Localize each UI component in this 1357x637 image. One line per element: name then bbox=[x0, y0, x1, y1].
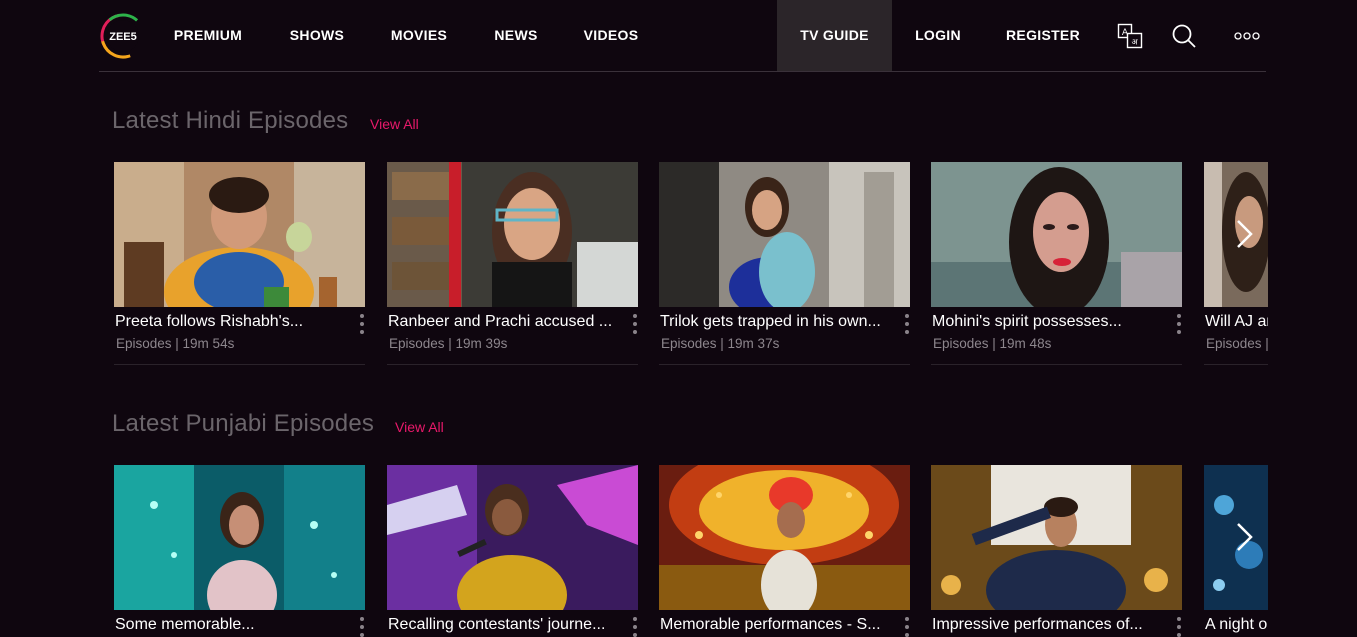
episode-thumbnail[interactable] bbox=[659, 162, 910, 307]
episode-title[interactable]: Trilok gets trapped in his own... bbox=[660, 313, 890, 331]
episode-meta: Episodes | bbox=[1206, 336, 1268, 351]
zee5-logo[interactable]: ZEE5 bbox=[99, 12, 147, 60]
top-navigation-bar: ZEE5 PREMIUM SHOWS MOVIES NEWS VIDEOS TV… bbox=[0, 0, 1357, 72]
header-divider bbox=[99, 71, 1266, 72]
episode-meta: Episodes | 19m 39s bbox=[389, 336, 508, 351]
more-options-icon[interactable] bbox=[903, 617, 910, 637]
episode-thumbnail[interactable] bbox=[114, 162, 365, 307]
episode-thumbnail[interactable] bbox=[659, 465, 910, 610]
episode-title[interactable]: A night o bbox=[1205, 616, 1268, 634]
view-all-hindi-link[interactable]: View All bbox=[370, 116, 419, 132]
episode-title[interactable]: Mohini's spirit possesses... bbox=[932, 313, 1162, 331]
episode-card[interactable]: Impressive performances of... bbox=[931, 465, 1182, 637]
svg-text:अ: अ bbox=[1131, 38, 1138, 47]
episode-title[interactable]: Some memorable... bbox=[115, 616, 345, 634]
episode-card[interactable]: Mohini's spirit possesses... Episodes | … bbox=[931, 162, 1182, 366]
more-options-icon[interactable] bbox=[1175, 314, 1183, 340]
more-icon[interactable] bbox=[1233, 26, 1261, 46]
nav-videos[interactable]: VIDEOS bbox=[578, 0, 644, 71]
episode-title[interactable]: Recalling contestants' journe... bbox=[388, 616, 618, 634]
episode-card[interactable]: Preeta follows Rishabh's... Episodes | 1… bbox=[114, 162, 365, 366]
episode-card[interactable]: Some memorable... bbox=[114, 465, 365, 637]
nav-register[interactable]: REGISTER bbox=[1001, 0, 1085, 71]
episode-thumbnail[interactable] bbox=[387, 162, 638, 307]
nav-news[interactable]: NEWS bbox=[487, 0, 545, 71]
more-options-icon[interactable] bbox=[1175, 617, 1182, 637]
episode-thumbnail[interactable] bbox=[114, 465, 365, 610]
logo-text: ZEE5 bbox=[109, 31, 137, 43]
episode-thumbnail[interactable] bbox=[387, 465, 638, 610]
view-all-punjabi-link[interactable]: View All bbox=[395, 419, 444, 435]
more-options-icon[interactable] bbox=[358, 617, 365, 637]
carousel-next-hindi-button[interactable] bbox=[1225, 209, 1265, 259]
episode-meta: Episodes | 19m 54s bbox=[116, 336, 235, 351]
episode-thumbnail[interactable] bbox=[931, 162, 1182, 307]
card-divider bbox=[387, 364, 638, 365]
more-options-icon[interactable] bbox=[358, 314, 366, 340]
section-title-punjabi: Latest Punjabi Episodes bbox=[112, 410, 375, 437]
section-title-hindi: Latest Hindi Episodes bbox=[112, 107, 349, 134]
episode-title[interactable]: Ranbeer and Prachi accused ... bbox=[388, 313, 618, 331]
nav-shows[interactable]: SHOWS bbox=[283, 0, 351, 71]
more-options-icon[interactable] bbox=[903, 314, 911, 340]
episode-title[interactable]: Impressive performances of... bbox=[932, 616, 1162, 634]
episode-meta: Episodes | 19m 48s bbox=[933, 336, 1052, 351]
episode-card[interactable]: Recalling contestants' journe... bbox=[387, 465, 638, 637]
card-divider bbox=[931, 364, 1182, 365]
episode-title[interactable]: Will AJ ar bbox=[1205, 313, 1268, 331]
episode-card-partial[interactable]: Will AJ ar Episodes | bbox=[1204, 162, 1268, 366]
nav-tv-guide[interactable]: TV GUIDE bbox=[777, 0, 892, 71]
more-options-icon[interactable] bbox=[631, 617, 638, 637]
episode-title[interactable]: Memorable performances - S... bbox=[660, 616, 890, 634]
card-divider bbox=[114, 364, 365, 365]
nav-login[interactable]: LOGIN bbox=[908, 0, 968, 71]
episode-card[interactable]: Memorable performances - S... bbox=[659, 465, 910, 637]
nav-movies[interactable]: MOVIES bbox=[384, 0, 454, 71]
episode-card[interactable]: Trilok gets trapped in his own... Episod… bbox=[659, 162, 910, 366]
card-divider bbox=[1204, 364, 1268, 365]
carousel-next-punjabi-button[interactable] bbox=[1225, 512, 1265, 562]
more-options-icon[interactable] bbox=[631, 314, 639, 340]
episode-card[interactable]: Ranbeer and Prachi accused ... Episodes … bbox=[387, 162, 638, 366]
episode-thumbnail[interactable] bbox=[931, 465, 1182, 610]
card-divider bbox=[659, 364, 910, 365]
svg-text:A: A bbox=[1122, 28, 1129, 38]
episode-title[interactable]: Preeta follows Rishabh's... bbox=[115, 313, 345, 331]
episode-meta: Episodes | 19m 37s bbox=[661, 336, 780, 351]
search-icon[interactable] bbox=[1170, 22, 1198, 50]
language-icon[interactable]: A अ bbox=[1116, 22, 1144, 50]
nav-premium[interactable]: PREMIUM bbox=[166, 0, 250, 71]
